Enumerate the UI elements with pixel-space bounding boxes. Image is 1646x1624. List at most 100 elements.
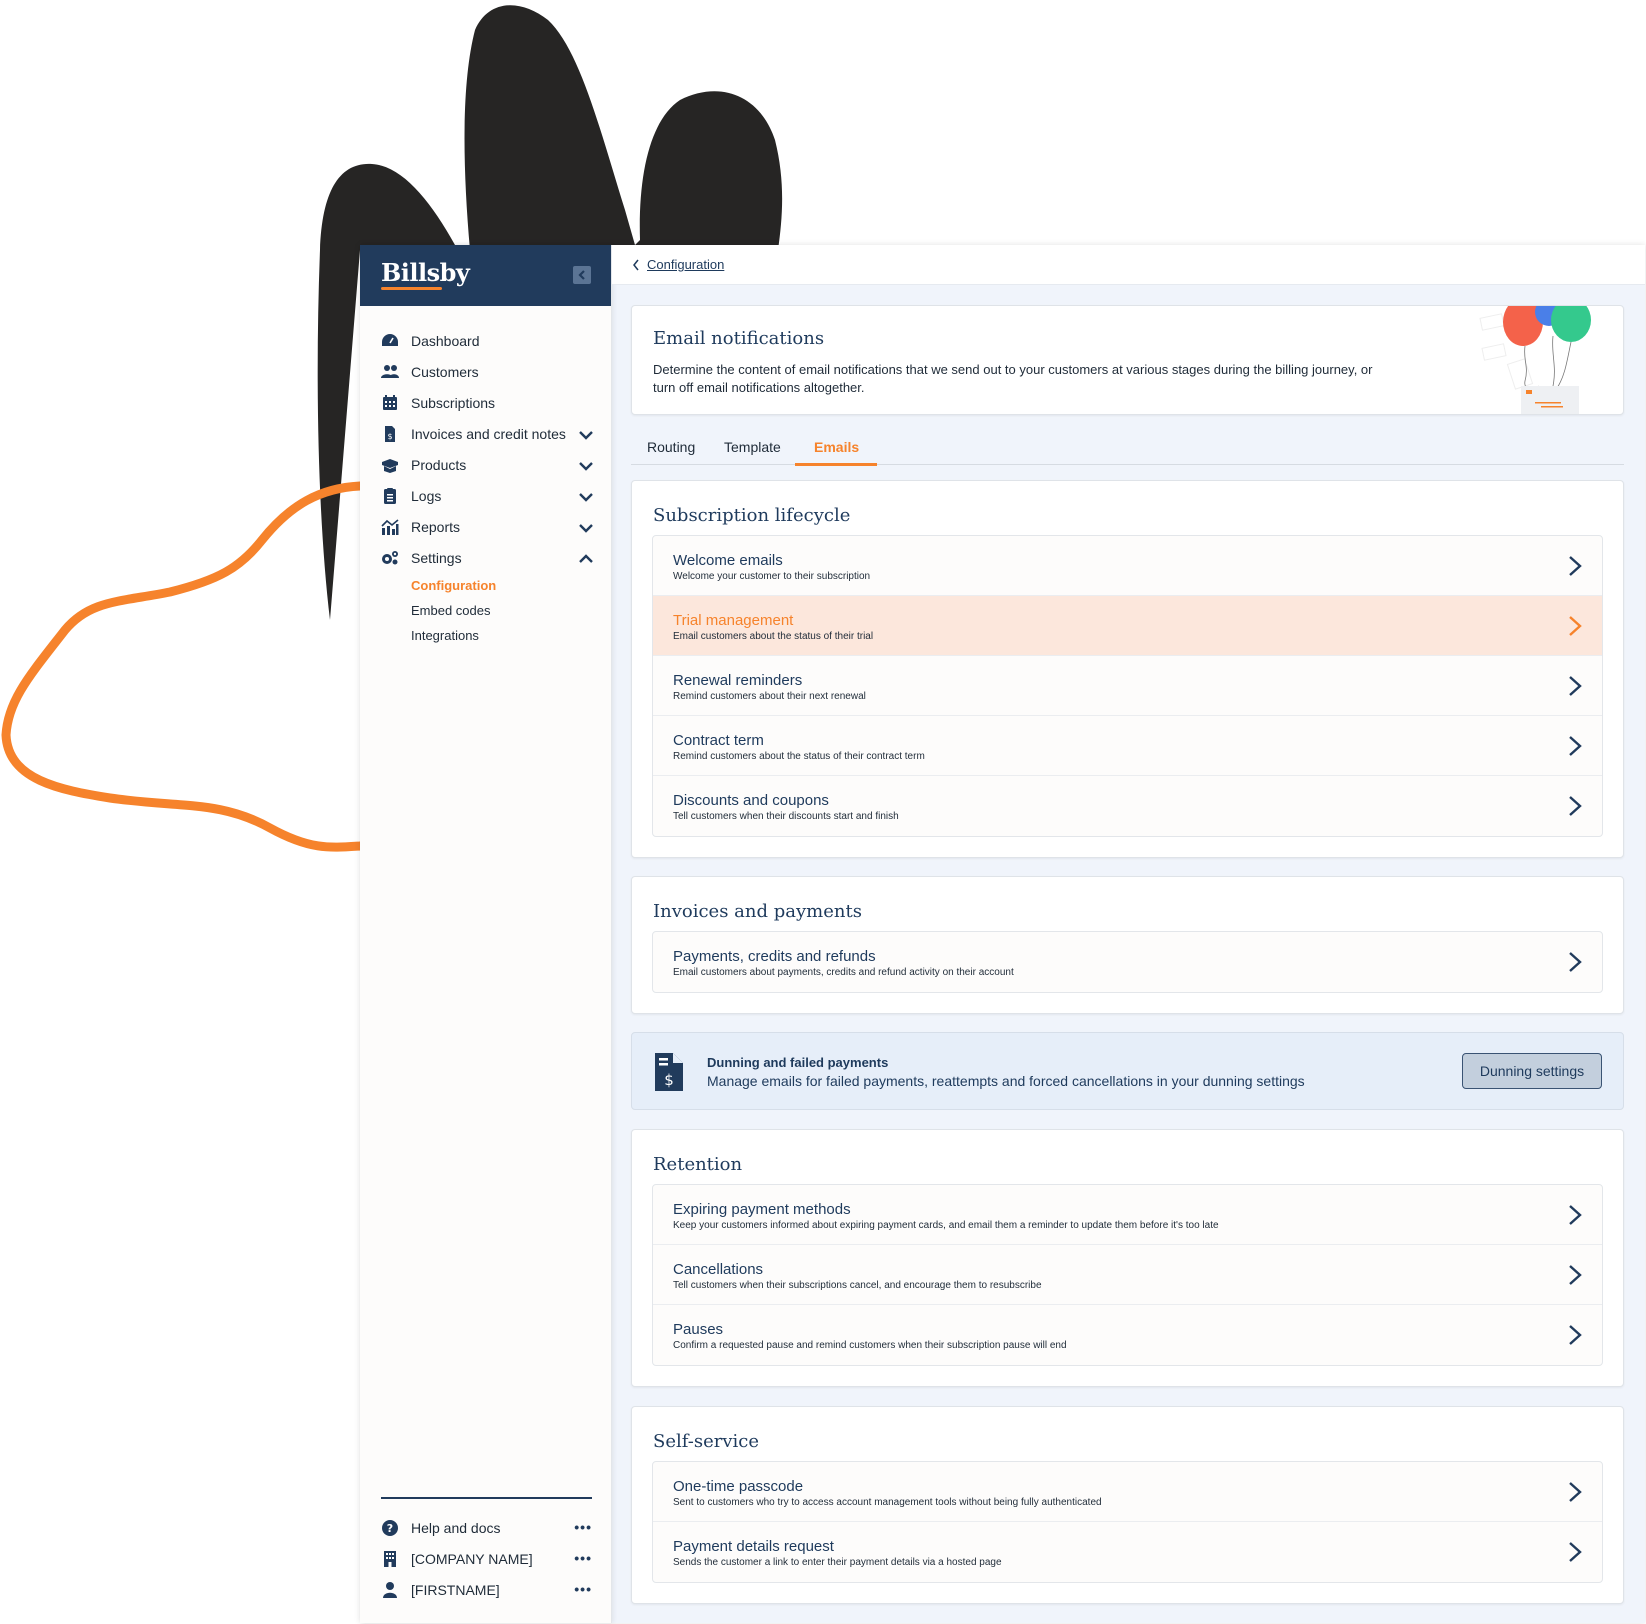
tab-routing[interactable]: Routing <box>647 439 695 455</box>
breadcrumb-back-link[interactable]: Configuration <box>632 257 724 272</box>
chevron-up-icon[interactable] <box>579 551 593 563</box>
sidebar-item-label: Settings <box>411 549 462 566</box>
chevron-left-icon <box>633 259 639 270</box>
brand-logo[interactable]: Billsby <box>381 258 470 287</box>
sidebar-item-subscriptions[interactable]: Subscriptions <box>360 387 611 418</box>
list-item-title: Welcome emails <box>673 552 783 569</box>
email-list: One-time passcode Sent to customers who … <box>652 1461 1603 1583</box>
sidebar-nav: Dashboard Customers Subscriptions $ Invo… <box>360 325 611 648</box>
list-item-description: Email customers about payments, credits … <box>673 967 1014 978</box>
list-item-trial-management[interactable]: Trial management Email customers about t… <box>653 596 1602 656</box>
sidebar-item-label: Logs <box>411 487 442 504</box>
list-item-description: Sends the customer a link to enter their… <box>673 1557 1002 1568</box>
list-item-welcome-emails[interactable]: Welcome emails Welcome your customer to … <box>653 536 1602 596</box>
list-item-renewal-reminders[interactable]: Renewal reminders Remind customers about… <box>653 656 1602 716</box>
list-item-title: Expiring payment methods <box>673 1201 851 1218</box>
list-item-contract-term[interactable]: Contract term Remind customers about the… <box>653 716 1602 776</box>
sidebar-item-label: Dashboard <box>411 332 480 349</box>
list-item-description: Remind customers about the status of the… <box>673 751 925 762</box>
sidebar-item-label: Products <box>411 456 467 473</box>
collapse-sidebar-button[interactable] <box>573 266 591 284</box>
list-item-title: Payment details request <box>673 1538 834 1555</box>
more-options-icon[interactable]: ••• <box>574 1550 592 1566</box>
sidebar-user[interactable]: [FIRSTNAME] ••• <box>381 1579 592 1601</box>
orange-squiggle <box>1 481 365 852</box>
list-item-description: Remind customers about their next renewa… <box>673 691 866 702</box>
chevron-right-icon <box>1568 1204 1582 1226</box>
gears-icon <box>381 549 399 567</box>
list-item-cancellations[interactable]: Cancellations Tell customers when their … <box>653 1245 1602 1305</box>
tab-template[interactable]: Template <box>724 439 781 455</box>
sidebar-item-settings[interactable]: Settings <box>360 542 611 573</box>
more-options-icon[interactable]: ••• <box>574 1519 592 1535</box>
box-icon <box>381 456 399 474</box>
chevron-down-icon[interactable] <box>579 458 593 471</box>
chevron-down-icon[interactable] <box>579 489 593 502</box>
list-item-description: Welcome your customer to their subscript… <box>673 571 871 582</box>
sidebar-subitem-integrations[interactable]: Integrations <box>411 623 611 648</box>
building-icon <box>381 1550 399 1568</box>
chevron-right-icon <box>1568 1264 1582 1286</box>
chevron-right-icon <box>1568 615 1582 637</box>
more-options-icon[interactable]: ••• <box>574 1581 592 1597</box>
sidebar-item-dashboard[interactable]: Dashboard <box>360 325 611 356</box>
sidebar-item-reports[interactable]: Reports <box>360 511 611 542</box>
list-item-title: One-time passcode <box>673 1478 804 1495</box>
tab-emails[interactable]: Emails <box>814 439 859 455</box>
section-title: Invoices and payments <box>653 901 862 922</box>
list-item-title: Payments, credits and refunds <box>673 948 876 965</box>
email-list: Welcome emails Welcome your customer to … <box>652 535 1603 837</box>
sidebar-item-label: Help and docs <box>411 1520 501 1536</box>
list-item-expiring-payment-methods[interactable]: Expiring payment methods Keep your custo… <box>653 1185 1602 1245</box>
sidebar-company[interactable]: [COMPANY NAME] ••• <box>381 1548 592 1570</box>
chevron-down-icon[interactable] <box>579 520 593 533</box>
list-item-discounts-and-coupons[interactable]: Discounts and coupons Tell customers whe… <box>653 776 1602 836</box>
dunning-settings-button[interactable]: Dunning settings <box>1462 1053 1602 1089</box>
invoice-icon: $ <box>381 425 399 443</box>
chevron-left-icon <box>578 270 585 280</box>
app-window: Billsby Dashboard Customers Subscription… <box>360 245 1645 1623</box>
list-item-title: Contract term <box>673 732 764 749</box>
logo-underline <box>381 287 442 290</box>
sidebar-item-label: Customers <box>411 363 479 380</box>
invoices-and-payments-section: Invoices and payments Payments, credits … <box>631 876 1624 1014</box>
chevron-down-icon[interactable] <box>579 427 593 440</box>
sidebar-item-customers[interactable]: Customers <box>360 356 611 387</box>
list-item-title: Pauses <box>673 1321 724 1338</box>
clipboard-icon <box>381 487 399 505</box>
chevron-right-icon <box>1568 555 1582 577</box>
sidebar-item-products[interactable]: Products <box>360 449 611 480</box>
svg-text:$: $ <box>664 1071 674 1089</box>
list-item-title: Renewal reminders <box>673 672 803 689</box>
chevron-right-icon <box>1568 675 1582 697</box>
sidebar-item-logs[interactable]: Logs <box>360 480 611 511</box>
user-icon <box>381 1581 399 1599</box>
list-item-description: Tell customers when their discounts star… <box>673 811 899 822</box>
chevron-right-icon <box>1568 795 1582 817</box>
chevron-right-icon <box>1568 1481 1582 1503</box>
main-content: Configuration Email notifications Determ… <box>612 245 1645 1623</box>
invoice-dollar-icon: $ <box>655 1053 683 1091</box>
list-item-description: Email customers about the status of thei… <box>673 631 874 642</box>
list-item-description: Tell customers when their subscriptions … <box>673 1280 1042 1291</box>
list-item-payment-details-request[interactable]: Payment details request Sends the custom… <box>653 1522 1602 1582</box>
sidebar-footer: ? Help and docs ••• [COMPANY NAME] ••• [… <box>360 1497 611 1623</box>
email-list: Expiring payment methods Keep your custo… <box>652 1184 1603 1366</box>
list-item-one-time-passcode[interactable]: One-time passcode Sent to customers who … <box>653 1462 1602 1522</box>
sidebar-help[interactable]: ? Help and docs ••• <box>381 1517 592 1539</box>
list-item-description: Confirm a requested pause and remind cus… <box>673 1340 1067 1351</box>
sidebar-item-invoices[interactable]: $ Invoices and credit notes <box>360 418 611 449</box>
list-item-payments-credits-refunds[interactable]: Payments, credits and refunds Email cust… <box>653 932 1602 992</box>
list-item-pauses[interactable]: Pauses Confirm a requested pause and rem… <box>653 1305 1602 1365</box>
sidebar-subitem-configuration[interactable]: Configuration <box>411 573 611 598</box>
svg-text:?: ? <box>387 1522 393 1535</box>
calendar-icon <box>381 394 399 412</box>
sidebar-item-label: Invoices and credit notes <box>411 425 566 442</box>
chevron-right-icon <box>1568 1541 1582 1563</box>
section-title: Self-service <box>653 1431 759 1452</box>
sidebar: Billsby Dashboard Customers Subscription… <box>360 245 612 1623</box>
dunning-banner: $ Dunning and failed payments Manage ema… <box>631 1032 1624 1110</box>
sidebar-item-label: Subscriptions <box>411 394 496 411</box>
active-tab-indicator <box>795 463 877 466</box>
sidebar-subitem-embed-codes[interactable]: Embed codes <box>411 598 611 623</box>
